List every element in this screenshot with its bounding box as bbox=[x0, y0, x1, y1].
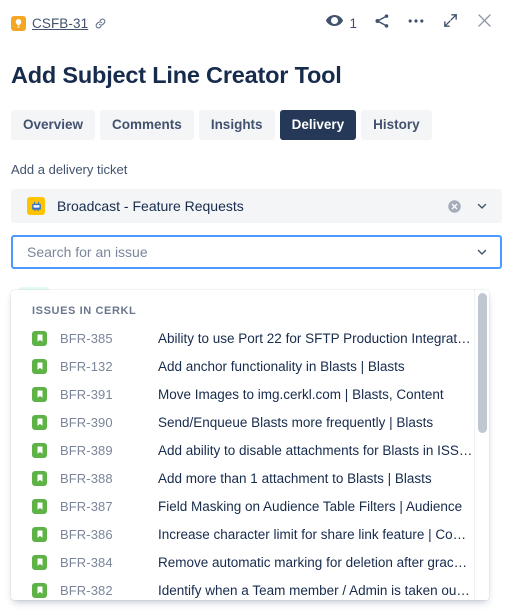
issue-detail-panel: CSFB-31 1 Add Subject Line Creator Tool … bbox=[0, 0, 513, 615]
story-icon bbox=[32, 330, 47, 346]
issue-key: BFR-385 bbox=[60, 330, 113, 346]
list-item[interactable]: BFR-387 Field Masking on Audience Table … bbox=[11, 492, 489, 520]
issue-search-field[interactable] bbox=[11, 235, 502, 269]
issue-key: BFR-387 bbox=[60, 498, 113, 514]
list-item[interactable]: BFR-132 Add anchor functionality in Blas… bbox=[11, 352, 489, 380]
watch-count: 1 bbox=[349, 15, 357, 31]
expand-icon bbox=[442, 12, 459, 34]
more-options-icon bbox=[406, 11, 426, 36]
issue-summary: Add anchor functionality in Blasts | Bla… bbox=[158, 358, 405, 374]
chevron-down-icon[interactable] bbox=[472, 196, 492, 216]
story-icon bbox=[32, 470, 47, 486]
expand-button[interactable] bbox=[433, 7, 467, 39]
issue-summary: Field Masking on Audience Table Filters … bbox=[158, 498, 463, 514]
page-title: Add Subject Line Creator Tool bbox=[11, 62, 342, 88]
list-item[interactable]: BFR-391 Move Images to img.cerkl.com | B… bbox=[11, 380, 489, 408]
clear-icon[interactable] bbox=[444, 196, 464, 216]
tab-insights[interactable]: Insights bbox=[198, 110, 275, 140]
scrollbar-thumb[interactable] bbox=[478, 293, 487, 433]
issue-summary: Identify when a Team member / Admin is t… bbox=[158, 582, 473, 598]
issue-key: BFR-384 bbox=[60, 554, 113, 570]
issue-key-link[interactable]: CSFB-31 bbox=[32, 16, 88, 31]
link-icon[interactable] bbox=[94, 17, 107, 30]
tab-comments[interactable]: Comments bbox=[100, 110, 194, 140]
list-item[interactable]: BFR-388 Add more than 1 attachment to Bl… bbox=[11, 464, 489, 492]
issue-key: BFR-390 bbox=[60, 414, 113, 430]
issue-summary: Increase character limit for share link … bbox=[158, 526, 473, 542]
close-icon bbox=[475, 11, 494, 35]
issue-summary: Ability to use Port 22 for SFTP Producti… bbox=[158, 330, 473, 346]
issue-key: BFR-391 bbox=[60, 386, 113, 402]
search-input[interactable] bbox=[27, 237, 472, 267]
tab-overview[interactable]: Overview bbox=[11, 110, 96, 140]
project-select[interactable]: Broadcast - Feature Requests bbox=[11, 189, 502, 223]
issue-key: BFR-389 bbox=[60, 442, 113, 458]
story-icon bbox=[32, 526, 47, 542]
delivery-ticket-label: Add a delivery ticket bbox=[11, 162, 128, 177]
issue-summary: Add ability to disable attachments for B… bbox=[158, 442, 473, 458]
dropdown-scrollbar[interactable] bbox=[474, 290, 489, 600]
project-select-value: Broadcast - Feature Requests bbox=[57, 198, 244, 214]
issue-summary: Move Images to img.cerkl.com | Blasts, C… bbox=[158, 386, 444, 402]
story-icon bbox=[32, 498, 47, 514]
story-icon bbox=[32, 442, 47, 458]
list-item[interactable]: BFR-384 Remove automatic marking for del… bbox=[11, 548, 489, 576]
lightbulb-icon bbox=[11, 15, 26, 31]
list-item[interactable]: BFR-382 Identify when a Team member / Ad… bbox=[11, 576, 489, 600]
tab-bar: Overview Comments Insights Delivery Hist… bbox=[0, 90, 513, 140]
eye-icon bbox=[325, 11, 344, 35]
share-icon bbox=[373, 12, 391, 35]
issue-search-dropdown: ISSUES IN CERKL BFR-385 Ability to use P… bbox=[11, 290, 489, 600]
list-item[interactable]: BFR-386 Increase character limit for sha… bbox=[11, 520, 489, 548]
list-item[interactable]: BFR-390 Send/Enqueue Blasts more frequen… bbox=[11, 408, 489, 436]
issue-summary: Send/Enqueue Blasts more frequently | Bl… bbox=[158, 414, 434, 430]
issue-key: BFR-386 bbox=[60, 526, 113, 542]
list-item[interactable]: BFR-389 Add ability to disable attachmen… bbox=[11, 436, 489, 464]
panel-header: CSFB-31 1 bbox=[0, 0, 513, 46]
story-icon bbox=[32, 414, 47, 430]
breadcrumb: CSFB-31 bbox=[11, 15, 107, 31]
story-icon bbox=[32, 358, 47, 374]
story-icon bbox=[32, 554, 47, 570]
broadcast-project-icon bbox=[27, 197, 45, 215]
header-actions: 1 bbox=[321, 7, 501, 39]
issue-key: BFR-382 bbox=[60, 582, 113, 598]
watch-button[interactable]: 1 bbox=[321, 11, 365, 35]
share-button[interactable] bbox=[365, 7, 399, 39]
issue-key: BFR-132 bbox=[60, 358, 113, 374]
chevron-down-icon[interactable] bbox=[472, 242, 492, 262]
issue-summary: Remove automatic marking for deletion af… bbox=[158, 554, 473, 570]
story-icon bbox=[32, 386, 47, 402]
dropdown-group-heading: ISSUES IN CERKL bbox=[32, 305, 137, 317]
story-icon bbox=[32, 582, 47, 598]
issue-summary: Add more than 1 attachment to Blasts | B… bbox=[158, 470, 432, 486]
close-button[interactable] bbox=[467, 7, 501, 39]
tab-delivery[interactable]: Delivery bbox=[279, 110, 357, 140]
tab-history[interactable]: History bbox=[361, 110, 432, 140]
dropdown-scroll-area[interactable]: ISSUES IN CERKL BFR-385 Ability to use P… bbox=[11, 290, 489, 600]
issue-key: BFR-388 bbox=[60, 470, 113, 486]
more-options-button[interactable] bbox=[399, 7, 433, 39]
list-item[interactable]: BFR-385 Ability to use Port 22 for SFTP … bbox=[11, 324, 489, 352]
